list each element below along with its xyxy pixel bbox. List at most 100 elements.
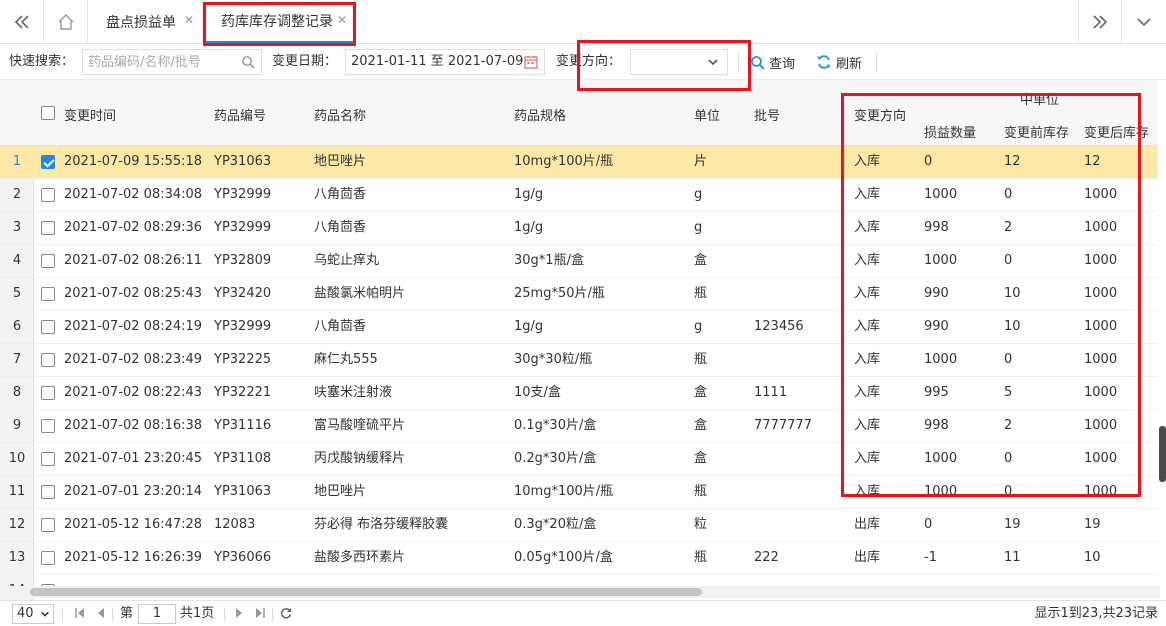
table-row[interactable]: 4 2021-07-02 08:26:11 YP32809 乌蛇止痒丸 30g*1瓶/盒…	[0, 245, 1160, 278]
table-row[interactable]: 2 2021-07-02 08:34:08 YP32999 八角茴香 1g/g g 入库 10…	[0, 179, 1160, 212]
tab-menu-button[interactable]	[1122, 0, 1166, 43]
row-checkbox[interactable]	[41, 452, 55, 466]
header-unit[interactable]: 单位	[694, 105, 720, 124]
row-checkbox[interactable]	[41, 188, 55, 202]
page-size-value: 40	[17, 606, 34, 621]
chevron-down-icon	[41, 611, 49, 617]
header-direction[interactable]: 变更方向	[854, 105, 906, 124]
table-row[interactable]: 1 2021-07-09 15:55:18 YP31063 地巴唑片 10mg*100片…	[0, 146, 1160, 179]
close-icon[interactable]: ✕	[184, 13, 194, 27]
header-drug-name[interactable]: 药品名称	[314, 105, 366, 124]
cell-drug-code: YP32999	[214, 220, 272, 235]
query-button[interactable]: 查询	[750, 44, 795, 80]
page-number-input[interactable]: 1	[138, 604, 176, 624]
scroll-tabs-right-button[interactable]	[1078, 0, 1122, 43]
row-number: 5	[12, 286, 22, 301]
cell-change-time: 2021-07-02 08:29:36	[64, 220, 203, 235]
header-change-time[interactable]: 变更时间	[64, 105, 116, 124]
cell-after-stock: 1000	[1084, 352, 1118, 367]
table-row[interactable]: 6 2021-07-02 08:24:19 YP32999 八角茴香 1g/g g 1234…	[0, 311, 1160, 344]
cell-drug-name: 盐酸多西环素片	[314, 550, 406, 565]
cell-drug-code: YP32999	[214, 187, 272, 202]
reload-icon[interactable]	[280, 607, 292, 619]
header-pnl-qty[interactable]: 损益数量	[924, 122, 976, 141]
vertical-scroll-thumb[interactable]	[1159, 426, 1166, 482]
scroll-tabs-left-button[interactable]	[0, 0, 44, 43]
calendar-icon[interactable]	[524, 55, 538, 69]
prev-page-icon[interactable]	[95, 607, 107, 619]
app-window: 盘点损益单 ✕ 药库库存调整记录 ✕ 快速搜索： 变更日期： 2021-01-1…	[0, 0, 1166, 626]
cell-drug-code: YP31063	[214, 484, 272, 499]
chevron-down-icon	[1137, 17, 1151, 26]
page-number-value: 1	[152, 606, 162, 621]
row-checkbox[interactable]	[41, 254, 55, 268]
cell-direction: 入库	[854, 352, 881, 367]
quick-search-box[interactable]	[82, 49, 262, 75]
cell-unit: g	[694, 319, 703, 334]
row-number: 11	[8, 484, 26, 499]
row-checkbox[interactable]	[41, 353, 55, 367]
horizontal-scroll-thumb[interactable]	[30, 588, 702, 596]
row-checkbox[interactable]	[41, 518, 55, 532]
table-row[interactable]: 11 2021-07-01 23:20:14 YP31063 地巴唑片 10mg*100…	[0, 476, 1160, 509]
row-number: 6	[12, 319, 22, 334]
cell-pnl-qty: 0	[924, 517, 933, 532]
tab-label: 盘点损益单	[106, 14, 176, 31]
page-size-select[interactable]: 40	[12, 604, 54, 624]
quick-search-label: 快速搜索：	[9, 54, 75, 69]
select-all-checkbox[interactable]	[41, 106, 55, 120]
cell-unit: 盒	[694, 451, 708, 466]
row-checkbox[interactable]	[41, 419, 55, 433]
row-checkbox[interactable]	[41, 287, 55, 301]
refresh-label: 刷新	[836, 56, 863, 72]
table-row[interactable]: 9 2021-07-02 08:16:38 YP31116 富马酸喹硫平片 0.1g*3…	[0, 410, 1160, 443]
vertical-scrollbar[interactable]	[1158, 80, 1166, 586]
cell-after-stock: 10	[1084, 550, 1101, 565]
row-checkbox[interactable]	[41, 320, 55, 334]
cell-pnl-qty: 990	[924, 286, 949, 301]
cell-change-time: 2021-07-02 08:24:19	[64, 319, 203, 334]
cell-before-stock: 11	[1004, 550, 1021, 565]
search-icon[interactable]	[241, 55, 255, 69]
row-checkbox[interactable]	[41, 221, 55, 235]
tab-label: 药库库存调整记录	[221, 13, 333, 30]
first-page-icon[interactable]	[74, 607, 86, 619]
header-drug-spec[interactable]: 药品规格	[514, 105, 566, 124]
cell-drug-spec: 0.1g*30片/盒	[514, 418, 597, 433]
next-page-icon[interactable]	[233, 607, 245, 619]
row-checkbox[interactable]	[41, 485, 55, 499]
tab-inventory-pnl[interactable]: 盘点损益单 ✕	[88, 0, 203, 43]
header-after-stock[interactable]: 变更后库存	[1084, 122, 1149, 141]
header-batch[interactable]: 批号	[754, 105, 780, 124]
home-button[interactable]	[44, 0, 88, 43]
search-input[interactable]	[83, 50, 233, 74]
direction-select[interactable]	[630, 49, 728, 75]
header-before-stock[interactable]: 变更前库存	[1004, 122, 1069, 141]
row-checkbox[interactable]	[41, 386, 55, 400]
refresh-button[interactable]: 刷新	[816, 44, 862, 80]
cell-drug-name: 乌蛇止痒丸	[314, 253, 380, 268]
table-row[interactable]: 13 2021-05-12 16:26:39 YP36066 盐酸多西环素片 0.05g…	[0, 542, 1160, 575]
header-drug-code[interactable]: 药品编号	[214, 105, 266, 124]
last-page-icon[interactable]	[254, 607, 266, 619]
table-row[interactable]: 5 2021-07-02 08:25:43 YP32420 盐酸氯米帕明片 25mg*5…	[0, 278, 1160, 311]
home-icon	[58, 13, 73, 30]
cell-drug-spec: 30g*30粒/瓶	[514, 352, 593, 367]
table-row[interactable]: 3 2021-07-02 08:29:36 YP32999 八角茴香 1g/g g 入库 99…	[0, 212, 1160, 245]
cell-drug-name: 盐酸氯米帕明片	[314, 286, 406, 301]
date-range-input[interactable]: 2021-01-11 至 2021-07-09	[345, 49, 545, 75]
table-row[interactable]: 10 2021-07-01 23:20:45 YP31108 丙戊酸钠缓释片 0.2g*…	[0, 443, 1160, 476]
cell-direction: 入库	[854, 319, 881, 334]
table-row[interactable]: 8 2021-07-02 08:22:43 YP32221 呋塞米注射液 10支/盒 盒 1…	[0, 377, 1160, 410]
table-row[interactable]: 12 2021-05-12 16:47:28 12083 芬必得 布洛芬缓释胶囊 0.3…	[0, 509, 1160, 542]
cell-drug-spec: 1g/g	[514, 319, 544, 334]
table-row[interactable]: 7 2021-07-02 08:23:49 YP32225 麻仁丸555 30g*30粒…	[0, 344, 1160, 377]
horizontal-scrollbar[interactable]	[0, 586, 1160, 598]
cell-unit: 瓶	[694, 286, 708, 301]
close-icon[interactable]: ✕	[337, 13, 347, 27]
row-checkbox[interactable]	[41, 551, 55, 565]
row-checkbox[interactable]	[41, 155, 55, 169]
tab-stock-adjust-records[interactable]: 药库库存调整记录 ✕	[203, 0, 356, 43]
row-number: 7	[12, 352, 22, 367]
cell-drug-spec: 25mg*50片/瓶	[514, 286, 605, 301]
